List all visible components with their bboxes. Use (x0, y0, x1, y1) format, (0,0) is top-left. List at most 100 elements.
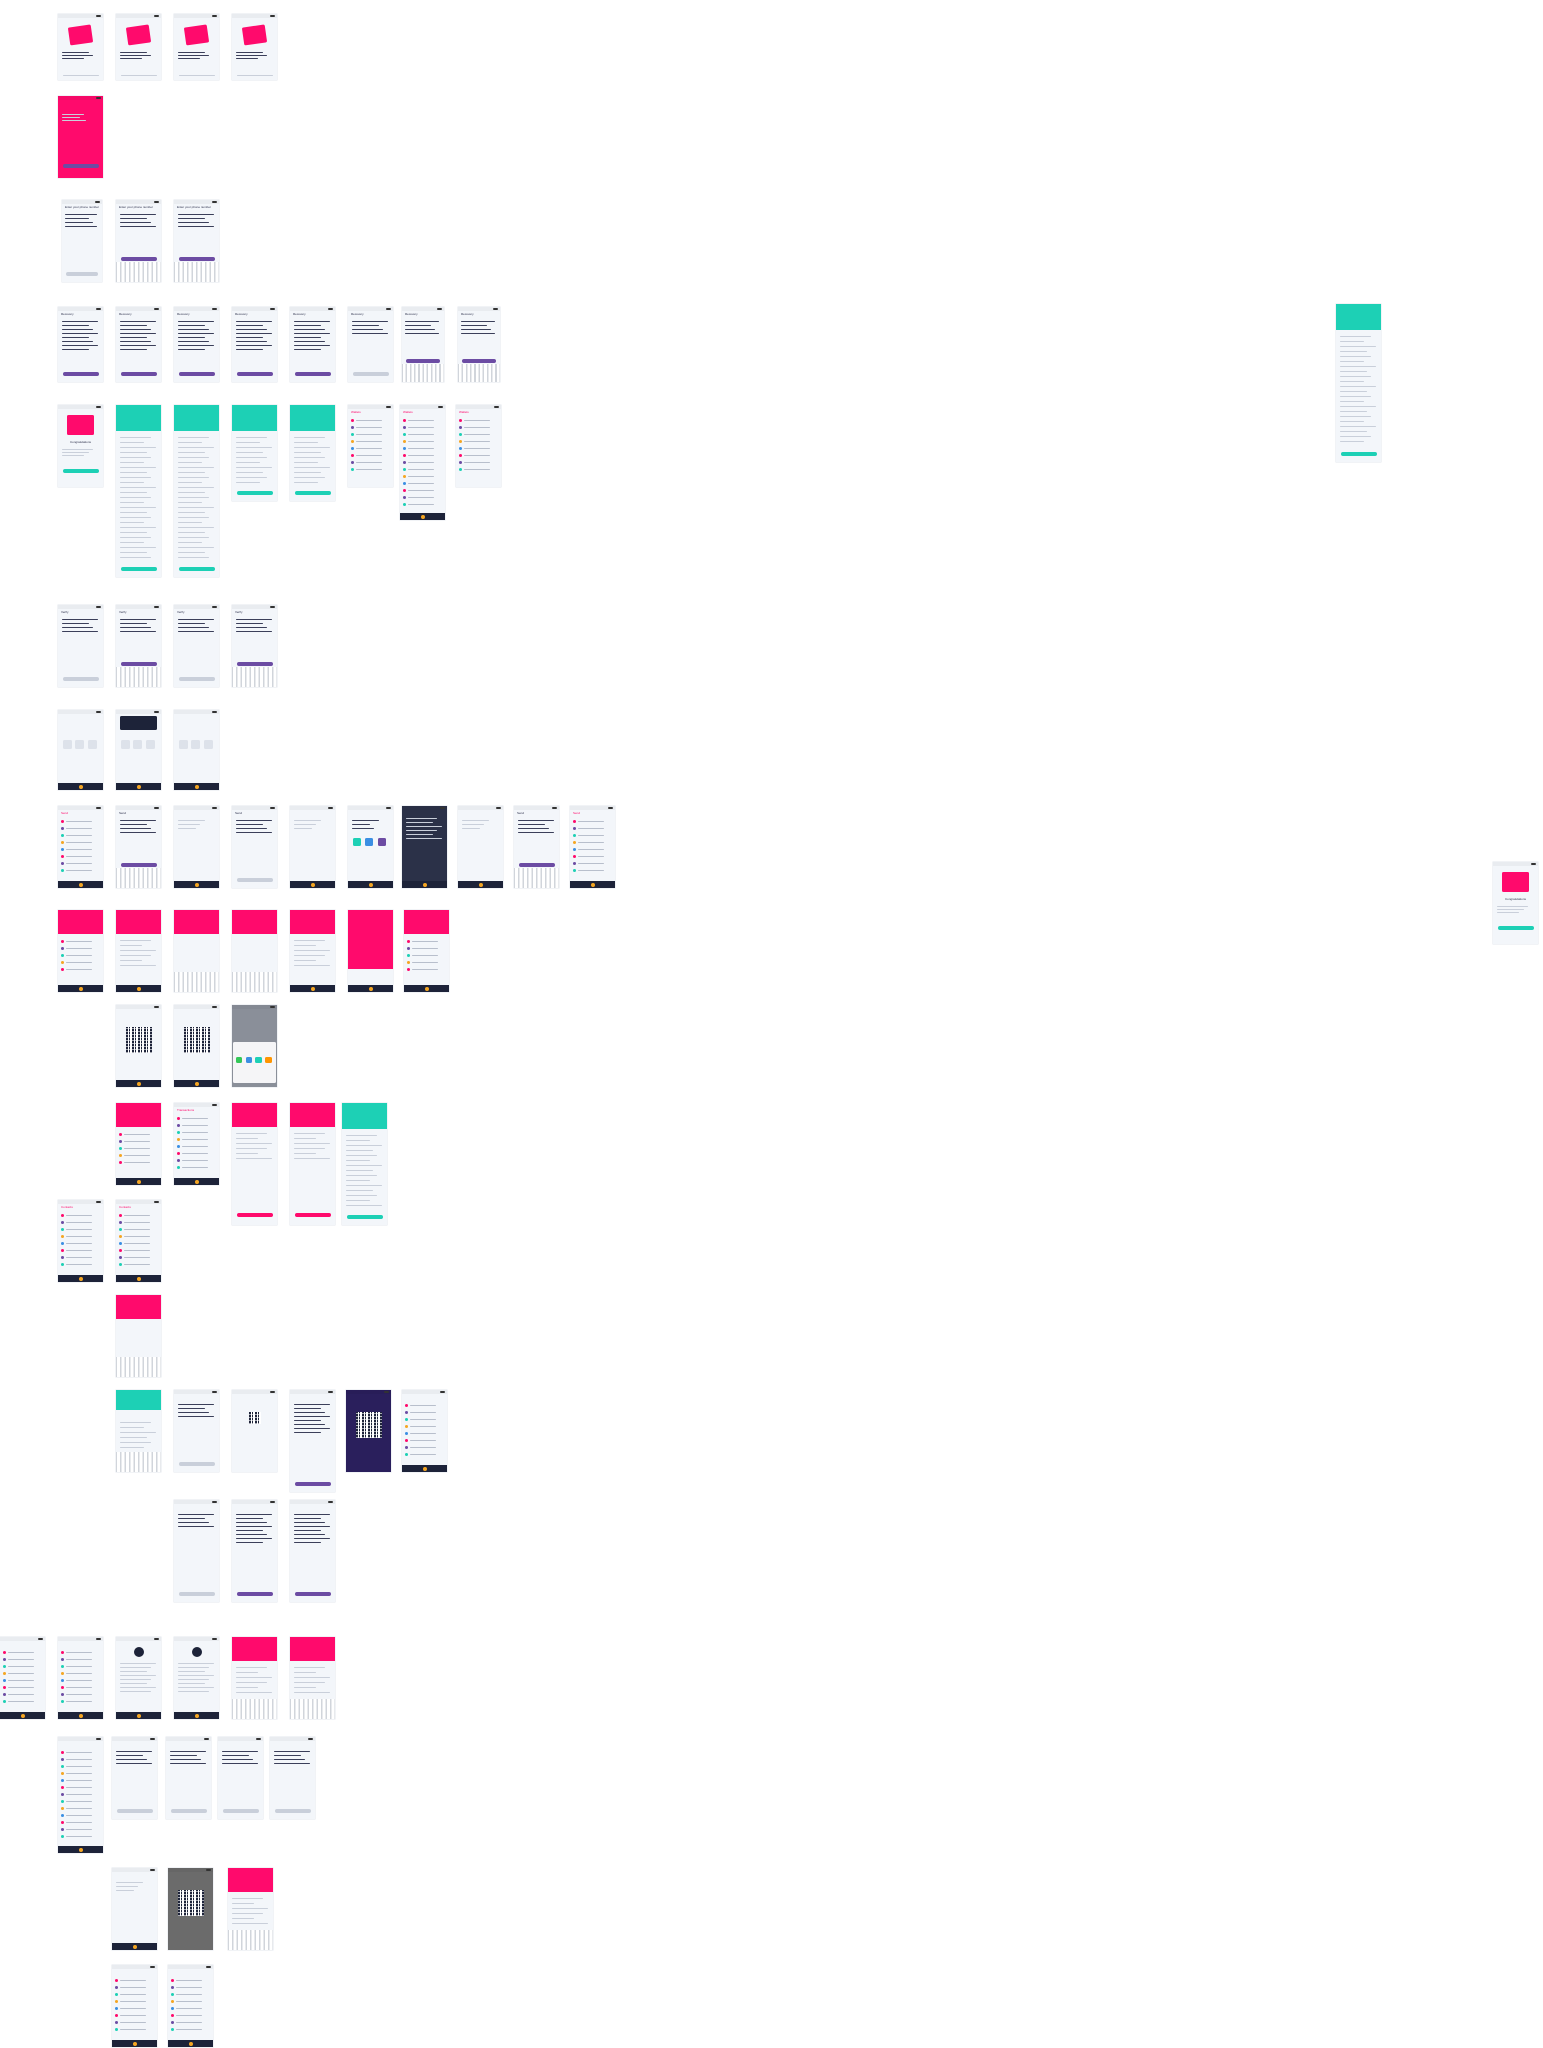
avatar (60, 841, 64, 844)
text-line (1339, 396, 1372, 398)
avatar (118, 1228, 122, 1231)
screen-recovery-4: Recovery (232, 307, 277, 382)
text-line (177, 512, 205, 514)
screen-pair-b1 (174, 1500, 219, 1602)
text-line (1339, 366, 1376, 368)
tab-bar (402, 1465, 447, 1472)
submit-button[interactable] (178, 1592, 215, 1596)
text-line (61, 452, 89, 454)
text-line (273, 1755, 301, 1757)
confirm-button[interactable] (236, 1213, 273, 1217)
submit-button[interactable] (178, 1462, 215, 1466)
submit-button[interactable] (62, 372, 99, 376)
continue-button[interactable] (346, 1215, 383, 1219)
text-line (293, 337, 321, 339)
continue-button[interactable] (1497, 926, 1534, 930)
list-item (176, 1159, 217, 1162)
screen-verify-4: Verify (232, 605, 277, 687)
continue-button[interactable] (236, 491, 273, 495)
submit-button[interactable] (178, 257, 215, 261)
continue-button[interactable] (178, 567, 215, 571)
submit-button[interactable] (66, 272, 98, 276)
text-line (177, 517, 210, 519)
avatar (2, 1679, 6, 1682)
submit-button[interactable] (62, 677, 99, 681)
list-item-label (407, 440, 435, 443)
status-bar (1493, 862, 1538, 866)
continue-button[interactable] (1340, 452, 1377, 456)
list-item (176, 1145, 217, 1148)
pink-header (116, 1103, 161, 1127)
status-bar (58, 1200, 103, 1204)
avatar (60, 1835, 64, 1838)
pager (178, 74, 215, 76)
list-item (60, 1679, 101, 1682)
avatar (406, 961, 410, 964)
submit-button[interactable] (518, 863, 555, 867)
text-line (119, 950, 156, 952)
text-line (177, 1683, 205, 1685)
text-line (293, 1667, 326, 1669)
submit-button[interactable] (462, 358, 496, 363)
list-item (2, 1665, 43, 1668)
screen-contacts-1: Contacts (58, 1200, 103, 1282)
submit-button[interactable] (236, 1592, 273, 1596)
tab-bar (58, 881, 103, 888)
submit-button[interactable] (120, 863, 157, 867)
screen-final-1 (112, 1965, 157, 2047)
continue-button[interactable] (62, 469, 99, 473)
submit-button[interactable] (120, 257, 157, 261)
screen-verify-1: Verify (58, 605, 103, 687)
list-item (60, 841, 101, 844)
pager (120, 74, 157, 76)
submit-button[interactable] (178, 372, 215, 376)
submit-button[interactable] (274, 1809, 311, 1813)
list-item-label (463, 419, 491, 422)
avatar (572, 848, 576, 851)
submit-button[interactable] (120, 372, 157, 376)
status-bar (116, 710, 161, 714)
text-line (293, 1153, 317, 1155)
list-item (2, 1700, 43, 1703)
text-line (221, 1751, 258, 1753)
list-item-label (65, 954, 93, 957)
continue-button[interactable] (294, 491, 331, 495)
placeholder-tile (191, 740, 201, 749)
confirm-button[interactable] (294, 1213, 331, 1217)
text-line (293, 1542, 321, 1544)
submit-button[interactable] (170, 1809, 207, 1813)
screen-menu-3 (166, 1737, 211, 1819)
submit-button[interactable] (406, 358, 440, 363)
submit-button[interactable] (222, 1809, 259, 1813)
submit-button[interactable] (236, 372, 273, 376)
screen-send-3 (174, 806, 219, 888)
submit-button[interactable] (294, 1592, 331, 1596)
screen-title: Enter your phone number (177, 206, 212, 209)
list-item-label (175, 1986, 203, 1989)
submit-button[interactable] (116, 1809, 153, 1813)
placeholder-tile (120, 740, 130, 749)
get-started-button[interactable] (62, 164, 99, 168)
keyboard (290, 1699, 335, 1719)
submit-button[interactable] (236, 878, 273, 882)
avatar (60, 1800, 64, 1803)
text-line (177, 333, 214, 335)
status-bar (116, 200, 161, 204)
submit-button[interactable] (236, 662, 273, 666)
submit-button[interactable] (294, 1482, 331, 1486)
pink-header (174, 910, 219, 934)
submit-button[interactable] (178, 677, 215, 681)
onboarding-illustration (242, 24, 267, 46)
submit-button[interactable] (352, 372, 389, 376)
continue-button[interactable] (120, 567, 157, 571)
list-item-label (411, 947, 439, 950)
text-line (235, 457, 268, 459)
list-item (118, 1263, 159, 1266)
submit-button[interactable] (294, 372, 331, 376)
text-line (1339, 391, 1367, 393)
text-line (221, 1763, 258, 1765)
avatar (118, 1256, 122, 1259)
text-line (293, 1428, 330, 1430)
screen-verify-3: Verify (174, 605, 219, 687)
submit-button[interactable] (120, 662, 157, 666)
